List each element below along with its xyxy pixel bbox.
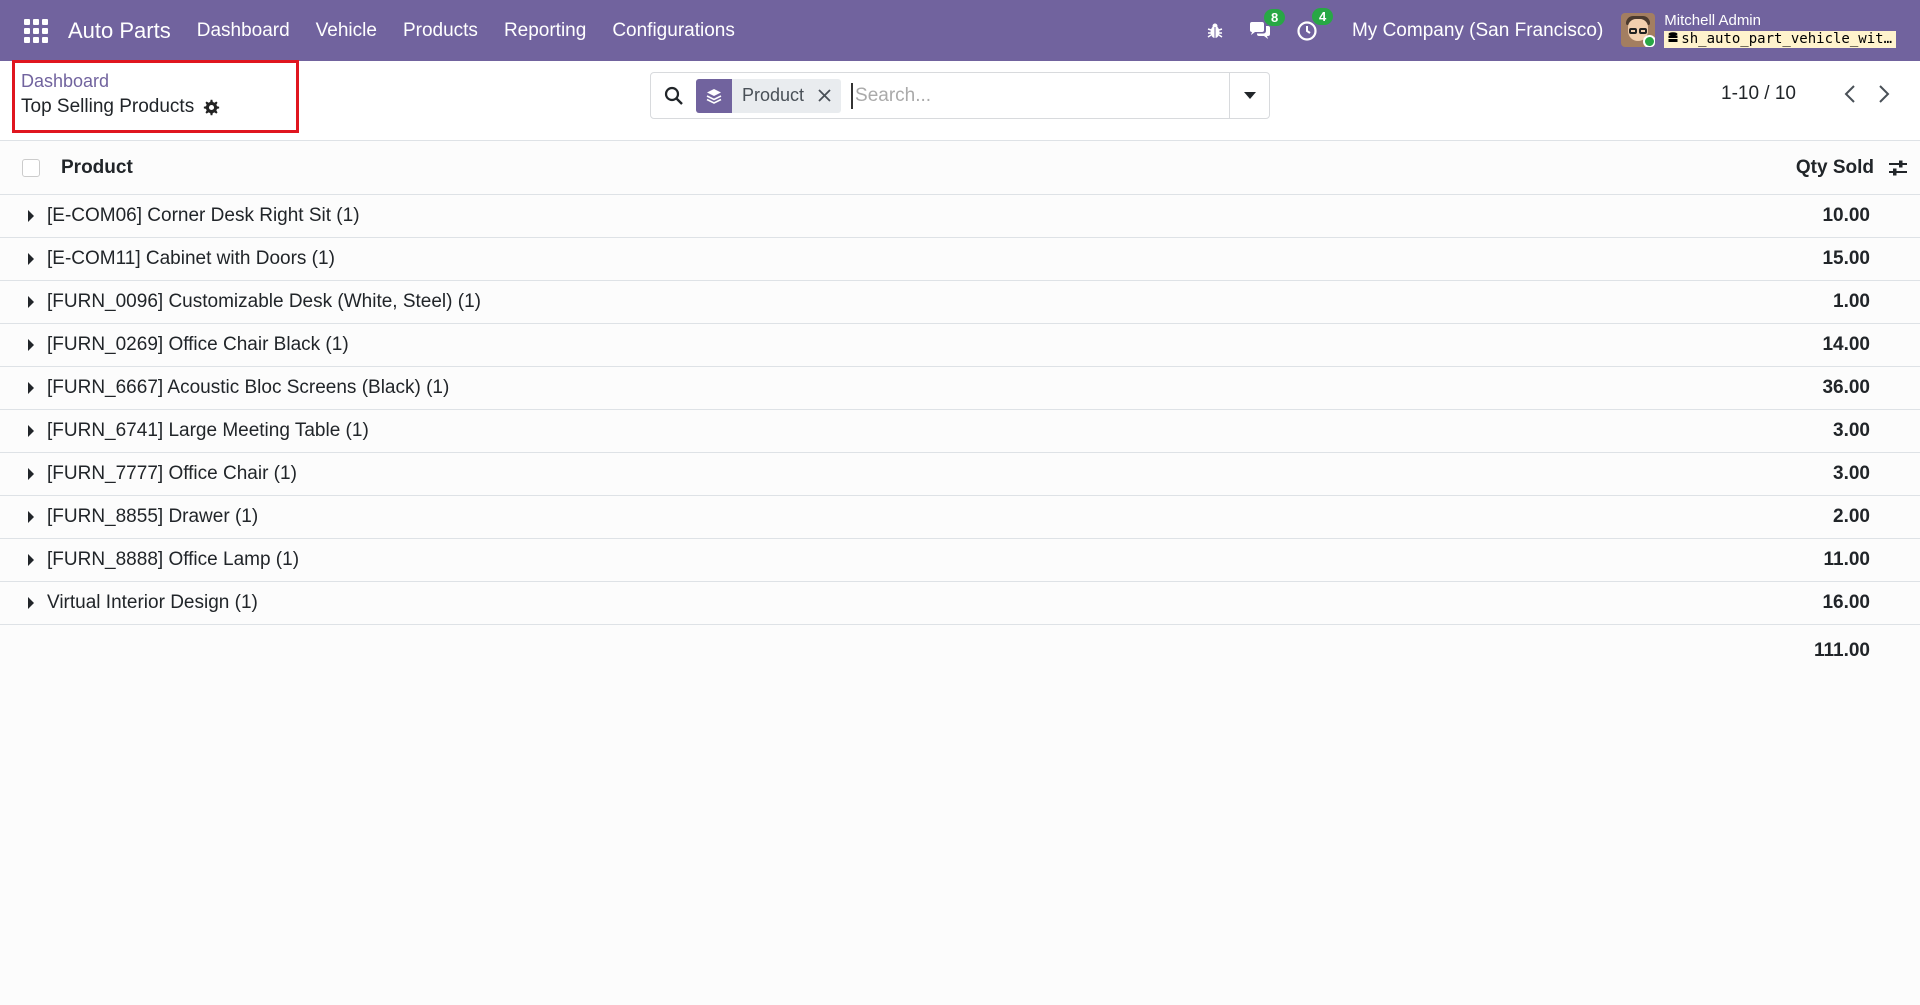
user-name: Mitchell Admin [1664,11,1761,29]
caret-right-icon [28,210,34,222]
table-row[interactable]: Virtual Interior Design (1) 16.00 [0,582,1920,625]
debug-bug-icon[interactable] [1206,22,1224,40]
table-row[interactable]: [FURN_8888] Office Lamp (1) 11.00 [0,539,1920,582]
group-name: [FURN_0269] Office Chair Black (1) [47,334,349,355]
group-qty: 2.00 [1833,506,1870,527]
menu-vehicle[interactable]: Vehicle [316,20,377,42]
group-qty: 1.00 [1833,291,1870,312]
table-row[interactable]: [FURN_8855] Drawer (1) 2.00 [0,496,1920,539]
caret-down-icon [1243,91,1256,99]
messages-badge: 8 [1263,8,1286,26]
group-name: [E-COM06] Corner Desk Right Sit (1) [47,205,360,226]
column-header-product[interactable]: Product [61,157,133,179]
menu-dashboard[interactable]: Dashboard [197,20,290,42]
table-row[interactable]: [FURN_0269] Office Chair Black (1) 14.00 [0,324,1920,367]
group-qty: 11.00 [1823,549,1871,570]
navbar-systray: 8 4 My Company (San Francisco) Mitchell … [1206,0,1920,61]
group-qty: 3.00 [1833,463,1870,484]
list-view: Product Qty Sold [E-COM06] Corner Desk R… [0,141,1920,677]
menu-reporting[interactable]: Reporting [504,20,586,42]
table-row[interactable]: [FURN_7777] Office Chair (1) 3.00 [0,453,1920,496]
caret-right-icon [28,511,34,523]
table-row[interactable]: [FURN_6667] Acoustic Bloc Screens (Black… [0,367,1920,410]
group-qty: 10.00 [1822,205,1870,226]
database-name-text: sh_auto_part_vehicle_wit… [1681,31,1892,48]
select-all-checkbox[interactable] [22,158,40,177]
group-name: [FURN_7777] Office Chair (1) [47,463,297,484]
table-footer-total: 111.00 [0,625,1920,677]
gear-icon[interactable] [203,99,220,116]
table-row[interactable]: [E-COM06] Corner Desk Right Sit (1) 10.00 [0,195,1920,238]
group-qty: 15.00 [1822,248,1870,269]
pager-value[interactable]: 1-10 / 10 [1721,83,1796,105]
table-row[interactable]: [FURN_0096] Customizable Desk (White, St… [0,281,1920,324]
caret-right-icon [28,382,34,394]
group-by-layers-icon [696,78,732,113]
search-icon[interactable] [664,86,684,106]
online-status-dot [1643,35,1656,48]
search-facet-product: Product [696,78,842,113]
search-bar: Product [650,72,1270,119]
group-qty: 16.00 [1822,592,1870,613]
search-options-toggle[interactable] [1229,73,1269,118]
close-icon[interactable] [814,89,841,102]
activities-badge: 4 [1311,7,1334,25]
group-qty: 3.00 [1833,420,1870,441]
page-title-text: Top Selling Products [21,96,195,117]
pager: 1-10 / 10 [1721,83,1890,105]
messages-icon[interactable]: 8 [1248,8,1286,41]
group-name: [FURN_8855] Drawer (1) [47,506,259,527]
menu-configurations[interactable]: Configurations [612,20,735,42]
chevron-left-icon[interactable] [1844,84,1856,104]
top-navbar: Auto Parts Dashboard Vehicle Products Re… [0,0,1920,61]
page-title: Top Selling Products [21,96,220,118]
search-input[interactable] [851,82,1229,109]
control-panel: Dashboard Top Selling Products Product 1… [0,60,1920,141]
group-qty: 36.00 [1822,377,1870,398]
database-name: sh_auto_part_vehicle_wit… [1664,31,1896,49]
apps-grid-icon[interactable] [20,15,52,47]
menu-products[interactable]: Products [403,20,478,42]
caret-right-icon [28,296,34,308]
activities-clock-icon[interactable]: 4 [1296,7,1334,42]
caret-right-icon [28,468,34,480]
chevron-right-icon[interactable] [1878,84,1890,104]
caret-right-icon [28,253,34,265]
caret-right-icon [28,554,34,566]
group-name: [FURN_8888] Office Lamp (1) [47,549,300,570]
total-qty-sold: 111.00 [1813,640,1870,661]
caret-right-icon [28,597,34,609]
table-row[interactable]: [FURN_6741] Large Meeting Table (1) 3.00 [0,410,1920,453]
user-menu[interactable]: Mitchell Admin sh_auto_part_vehicle_wit… [1621,11,1896,49]
group-qty: 14.00 [1822,334,1870,355]
optional-columns-sliders-icon[interactable] [1888,159,1908,177]
table-row[interactable]: [E-COM11] Cabinet with Doors (1) 15.00 [0,238,1920,281]
facet-label: Product [742,85,805,105]
group-name: [FURN_6741] Large Meeting Table (1) [47,420,369,441]
breadcrumb-dashboard[interactable]: Dashboard [21,71,109,92]
group-name: [FURN_6667] Acoustic Bloc Screens (Black… [47,377,450,398]
caret-right-icon [28,425,34,437]
avatar [1621,13,1656,48]
group-name: Virtual Interior Design (1) [47,592,258,613]
group-name: [FURN_0096] Customizable Desk (White, St… [47,291,481,312]
company-switcher[interactable]: My Company (San Francisco) [1352,20,1603,42]
group-name: [E-COM11] Cabinet with Doors (1) [47,248,335,269]
app-brand[interactable]: Auto Parts [68,18,171,44]
table-header: Product Qty Sold [0,141,1920,195]
caret-right-icon [28,339,34,351]
column-header-qty-sold[interactable]: Qty Sold [1796,157,1874,179]
